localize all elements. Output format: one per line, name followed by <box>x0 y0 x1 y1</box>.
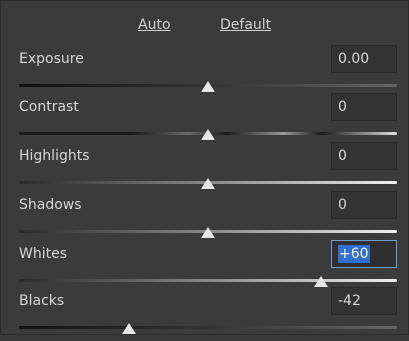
shadows-value-field[interactable]: 0 <box>331 191 397 219</box>
contrast-label: Contrast <box>19 99 79 115</box>
contrast-thumb[interactable] <box>201 129 215 140</box>
whites-value-field[interactable]: +60 <box>331 240 397 268</box>
auto-default-links: Auto Default <box>1 17 408 39</box>
highlights-label: Highlights <box>19 148 90 164</box>
whites-value-selection: +60 <box>338 245 370 263</box>
shadows-label: Shadows <box>19 197 82 213</box>
highlights-thumb[interactable] <box>201 178 215 189</box>
contrast-value-field[interactable]: 0 <box>331 93 397 121</box>
shadows-slider[interactable] <box>19 227 397 241</box>
whites-label: Whites <box>19 246 68 262</box>
whites-track[interactable] <box>19 279 397 282</box>
adjustment-panel: Auto Default Exposure 0.00 Contrast 0 Hi… <box>0 0 409 335</box>
contrast-slider[interactable] <box>19 129 397 143</box>
auto-link[interactable]: Auto <box>138 17 171 33</box>
exposure-thumb[interactable] <box>201 81 215 92</box>
blacks-value-field[interactable]: -42 <box>331 287 397 315</box>
slider-row-highlights: Highlights 0 <box>1 142 408 196</box>
highlights-slider[interactable] <box>19 178 397 192</box>
slider-row-exposure: Exposure 0.00 <box>1 45 408 99</box>
default-link[interactable]: Default <box>220 17 271 33</box>
slider-row-blacks: Blacks -42 <box>1 287 408 341</box>
blacks-thumb[interactable] <box>121 323 136 334</box>
highlights-value-field[interactable]: 0 <box>331 142 397 170</box>
exposure-label: Exposure <box>19 51 84 67</box>
exposure-value-field[interactable]: 0.00 <box>331 45 397 73</box>
blacks-label: Blacks <box>19 293 65 309</box>
slider-row-shadows: Shadows 0 <box>1 191 408 245</box>
blacks-track[interactable] <box>19 326 397 329</box>
slider-row-contrast: Contrast 0 <box>1 93 408 147</box>
whites-thumb[interactable] <box>314 276 329 287</box>
shadows-thumb[interactable] <box>201 227 215 238</box>
